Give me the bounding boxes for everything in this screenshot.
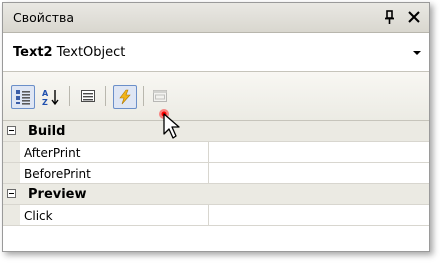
- category-row[interactable]: Build: [3, 121, 429, 142]
- category-row[interactable]: Preview: [3, 184, 429, 205]
- property-name: BeforePrint: [24, 167, 91, 181]
- row-margin: [3, 142, 20, 162]
- svg-text:Z: Z: [42, 98, 48, 106]
- properties-toolbar: A Z: [3, 72, 429, 121]
- mouse-cursor-icon: [159, 109, 180, 139]
- panel-title-bar[interactable]: Свойства: [3, 3, 429, 33]
- row-margin: [3, 163, 20, 183]
- property-row[interactable]: AfterPrint: [3, 142, 429, 163]
- selected-object: Text2 TextObject: [13, 45, 125, 60]
- property-grid: Build AfterPrint BeforePrint Preview Cli…: [3, 121, 429, 226]
- property-pages-button[interactable]: [149, 85, 173, 109]
- column-divider[interactable]: [208, 142, 209, 162]
- panel-title: Свойства: [13, 10, 75, 25]
- alphabetical-button[interactable]: A Z: [39, 85, 63, 109]
- events-button[interactable]: [113, 85, 137, 109]
- category-label: Build: [28, 124, 66, 139]
- property-row[interactable]: BeforePrint: [3, 163, 429, 184]
- toolbar-separator: [143, 86, 144, 106]
- row-margin: [3, 205, 20, 225]
- collapse-icon[interactable]: [7, 126, 16, 135]
- toolbar-separator: [69, 86, 70, 106]
- column-divider[interactable]: [208, 205, 209, 225]
- categorized-button[interactable]: [11, 85, 35, 109]
- selected-object-name: Text2: [13, 45, 53, 60]
- property-name: Click: [24, 209, 53, 223]
- selected-object-type: TextObject: [56, 45, 126, 60]
- property-name: AfterPrint: [24, 146, 81, 160]
- category-label: Preview: [28, 187, 87, 202]
- column-divider[interactable]: [208, 163, 209, 183]
- properties-panel: Свойства Text2 TextObject A Z Build Afte…: [2, 2, 430, 252]
- properties-button[interactable]: [77, 85, 101, 109]
- chevron-down-icon[interactable]: [413, 51, 421, 55]
- collapse-icon[interactable]: [7, 189, 16, 198]
- pin-icon[interactable]: [383, 9, 397, 25]
- svg-text:A: A: [42, 89, 49, 98]
- toolbar-separator: [105, 86, 106, 106]
- object-selector[interactable]: Text2 TextObject: [3, 33, 429, 72]
- close-icon[interactable]: [407, 9, 421, 25]
- property-row[interactable]: Click: [3, 205, 429, 226]
